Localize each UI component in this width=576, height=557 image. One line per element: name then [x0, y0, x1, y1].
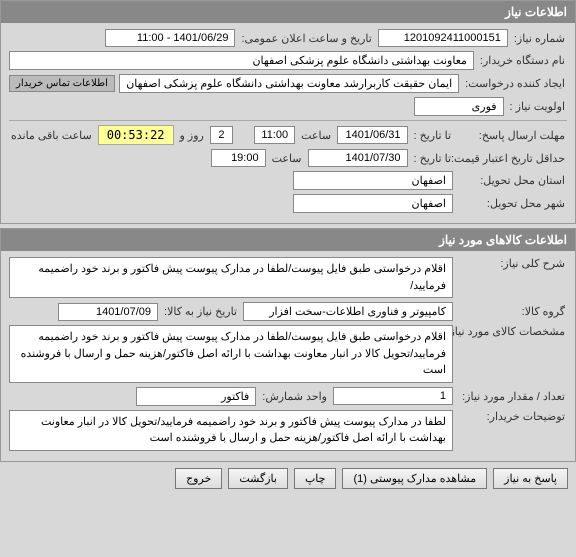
- city-value: اصفهان: [293, 194, 453, 213]
- need-date-value: 1401/07/09: [58, 303, 158, 321]
- back-button[interactable]: بازگشت: [228, 468, 288, 489]
- days-and-label: روز و: [178, 129, 206, 142]
- need-desc-label: شرح کلی نیاز:: [457, 257, 567, 270]
- city-label: شهر محل تحویل:: [457, 197, 567, 210]
- unit-label: واحد شمارش:: [260, 390, 329, 403]
- need-info-header: اطلاعات نیاز: [1, 1, 575, 23]
- validity-label: حداقل تاریخ اعتبار قیمت:: [457, 152, 567, 165]
- goods-group-value: کامپیوتر و فناوری اطلاعات-سخت افزار: [243, 302, 453, 321]
- buyer-contact-button[interactable]: اطلاعات تماس خریدار: [9, 75, 115, 92]
- days-remaining-value: 2: [210, 126, 233, 144]
- validity-to-date-label: تا تاریخ :: [412, 152, 453, 165]
- qty-value: 1: [333, 387, 453, 405]
- validity-time-value: 19:00: [211, 149, 266, 167]
- to-date-label: تا تاریخ :: [412, 129, 453, 142]
- need-date-label: تاریخ نیاز به کالا:: [162, 305, 239, 318]
- qty-label: تعداد / مقدار مورد نیاز:: [457, 390, 567, 403]
- buyer-notes-label: توضیحات خریدار:: [457, 410, 567, 423]
- unit-value: فاکتور: [136, 387, 256, 406]
- announce-datetime-value: 1401/06/29 - 11:00: [105, 29, 235, 47]
- priority-label: اولویت نیاز :: [508, 100, 567, 113]
- deadline-time-label: ساعت: [299, 129, 333, 142]
- remaining-label: ساعت باقی مانده: [9, 129, 94, 142]
- deadline-date-value: 1401/06/31: [337, 126, 407, 144]
- priority-value: فوری: [414, 97, 504, 116]
- announce-datetime-label: تاریخ و ساعت اعلان عمومی:: [239, 32, 373, 45]
- province-label: استان محل تحویل:: [457, 174, 567, 187]
- goods-spec-label: مشخصات کالای مورد نیاز:: [457, 325, 567, 338]
- buyer-org-value: معاونت بهداشتی دانشگاه علوم پزشکی اصفهان: [9, 51, 474, 70]
- requester-value: ایمان حقیقت کاربرارشد معاونت بهداشتی دان…: [119, 74, 459, 93]
- buyer-org-label: نام دستگاه خریدار:: [478, 54, 567, 67]
- goods-group-label: گروه کالا:: [457, 305, 567, 318]
- goods-spec-value: اقلام درخواستی طبق فایل پیوست/لطفا در مد…: [9, 325, 453, 383]
- attachments-button[interactable]: مشاهده مدارک پیوستی (1): [342, 468, 487, 489]
- deadline-label: مهلت ارسال پاسخ:: [457, 129, 567, 142]
- province-value: اصفهان: [293, 171, 453, 190]
- validity-time-label: ساعت: [270, 152, 304, 165]
- exit-button[interactable]: خروج: [175, 468, 222, 489]
- deadline-time-value: 11:00: [254, 126, 295, 144]
- print-button[interactable]: چاپ: [294, 468, 337, 489]
- need-desc-value: اقلام درخواستی طبق فایل پیوست/لطفا در مد…: [9, 257, 453, 298]
- validity-date-value: 1401/07/30: [308, 149, 408, 167]
- buyer-notes-value: لطفا در مدارک پیوست پیش فاکتور و برند خو…: [9, 410, 453, 451]
- goods-info-header: اطلاعات کالاهای مورد نیاز: [1, 229, 575, 251]
- reply-button[interactable]: پاسخ به نیاز: [493, 468, 568, 489]
- requester-label: ایجاد کننده درخواست:: [463, 77, 567, 90]
- need-number-value: 1201092411000151: [378, 29, 508, 47]
- need-number-label: شماره نیاز:: [512, 32, 567, 45]
- countdown-timer: 00:53:22: [98, 125, 174, 145]
